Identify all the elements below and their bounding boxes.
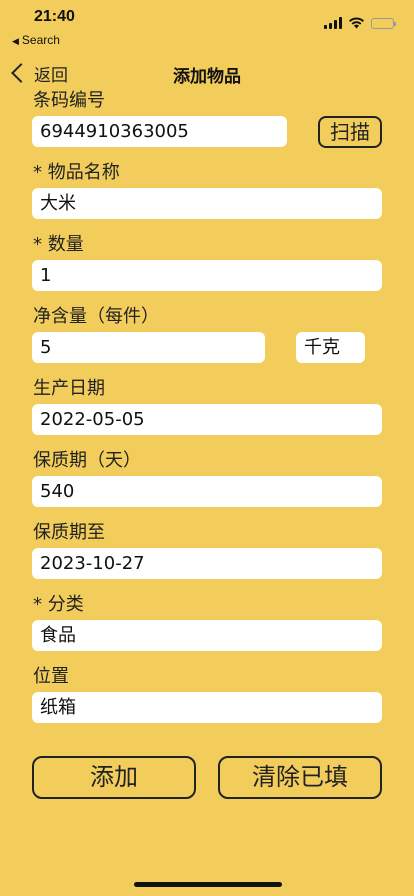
- status-icons: [324, 17, 396, 29]
- production-date-input[interactable]: 2022-05-05: [32, 404, 382, 435]
- quantity-label: * 数量: [33, 234, 84, 255]
- clear-button[interactable]: 清除已填: [218, 756, 382, 799]
- page-title: 添加物品: [173, 67, 241, 87]
- barcode-label: 条码编号: [33, 90, 105, 111]
- quantity-input[interactable]: 1: [32, 260, 382, 291]
- location-input[interactable]: 纸箱: [32, 692, 382, 723]
- location-label: 位置: [33, 666, 69, 687]
- item-name-input[interactable]: 大米: [32, 188, 382, 219]
- battery-icon: [371, 17, 396, 29]
- back-app-label: Search: [21, 33, 60, 47]
- net-content-input[interactable]: 5: [32, 332, 265, 363]
- status-time: 21:40: [34, 8, 75, 25]
- category-input[interactable]: 食品: [32, 620, 382, 651]
- back-to-app-link[interactable]: ◀ Search: [12, 33, 60, 47]
- status-bar: 21:40 ◀ Search: [0, 0, 414, 50]
- wifi-icon: [349, 17, 364, 29]
- cellular-signal-icon: [324, 17, 342, 29]
- shelf-life-input[interactable]: 540: [32, 476, 382, 507]
- net-content-label: 净含量（每件）: [33, 306, 159, 327]
- expiry-date-label: 保质期至: [33, 522, 105, 543]
- add-button[interactable]: 添加: [32, 756, 196, 799]
- unit-selector[interactable]: 千克: [296, 332, 365, 363]
- scan-button[interactable]: 扫描: [318, 116, 382, 148]
- item-name-label: * 物品名称: [33, 162, 120, 183]
- production-date-label: 生产日期: [33, 378, 105, 399]
- shelf-life-label: 保质期（天）: [33, 450, 141, 471]
- barcode-input[interactable]: 6944910363005: [32, 116, 287, 147]
- back-triangle-icon: ◀: [12, 36, 19, 46]
- category-label: * 分类: [33, 594, 84, 615]
- navigation-bar: 返回 添加物品: [0, 58, 414, 88]
- expiry-date-input[interactable]: 2023-10-27: [32, 548, 382, 579]
- home-indicator: [134, 882, 282, 887]
